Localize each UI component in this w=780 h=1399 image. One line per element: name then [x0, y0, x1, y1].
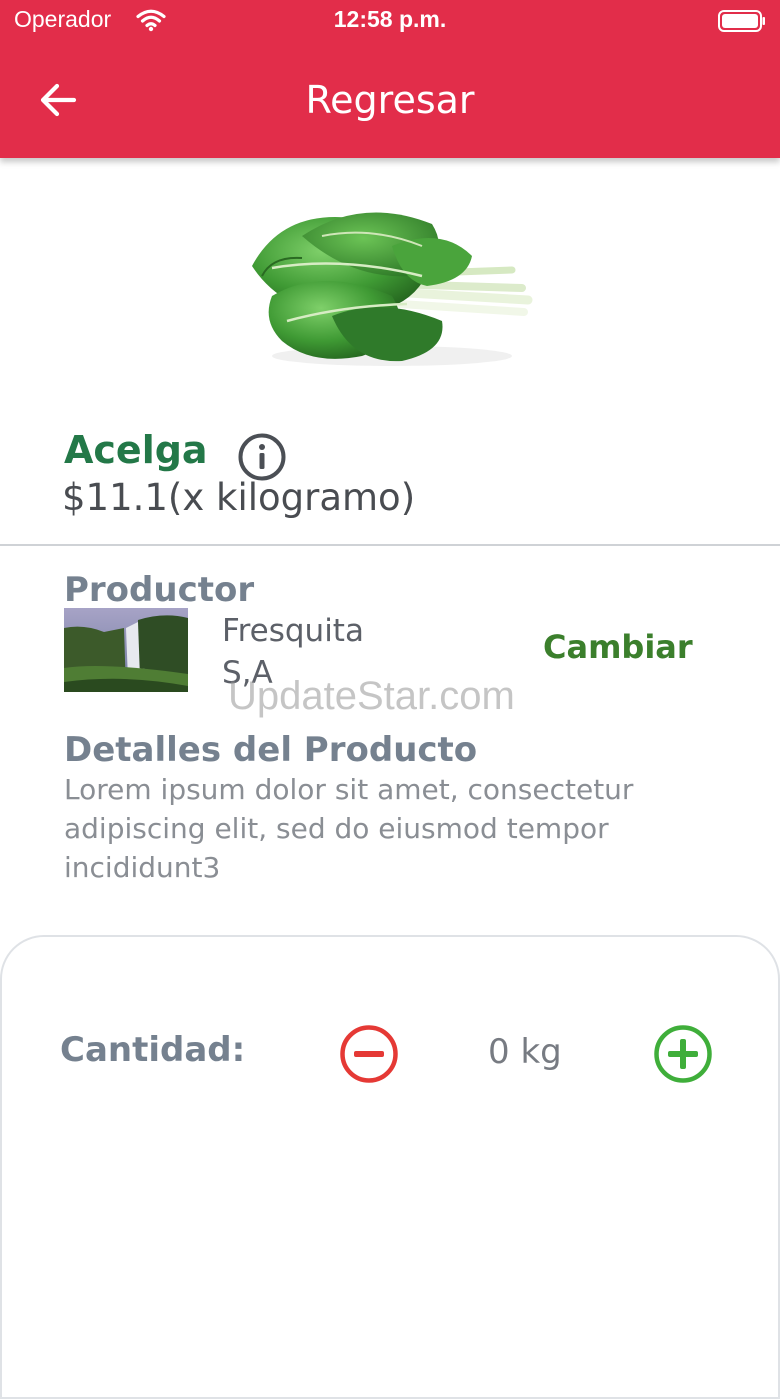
change-producer-button[interactable]: Cambiar	[543, 628, 693, 666]
divider	[0, 544, 780, 546]
product-name: Acelga	[64, 428, 208, 472]
plus-circle-icon	[654, 1025, 712, 1083]
increase-quantity-button[interactable]	[652, 1023, 714, 1085]
status-time: 12:58 p.m.	[333, 6, 447, 32]
decrease-quantity-button[interactable]	[338, 1023, 400, 1085]
producer-image	[64, 608, 188, 692]
producer-title: Productor	[64, 570, 255, 610]
quantity-card	[0, 935, 780, 1399]
app-header: Operador 12:58 p.m. Regresar	[0, 0, 780, 158]
details-description: Lorem ipsum dolor sit amet, consectetur …	[64, 773, 634, 884]
quantity-value: 0 kg	[488, 1032, 562, 1072]
details-title: Detalles del Producto	[64, 730, 478, 770]
watermark: UpdateStar.com	[228, 674, 515, 718]
page-title: Regresar	[305, 78, 475, 122]
quantity-label: Cantidad:	[60, 1030, 246, 1070]
minus-circle-icon	[340, 1025, 398, 1083]
product-price: $11.1(x kilogramo)	[62, 476, 416, 519]
product-image	[252, 212, 533, 366]
battery-icon	[718, 10, 765, 32]
